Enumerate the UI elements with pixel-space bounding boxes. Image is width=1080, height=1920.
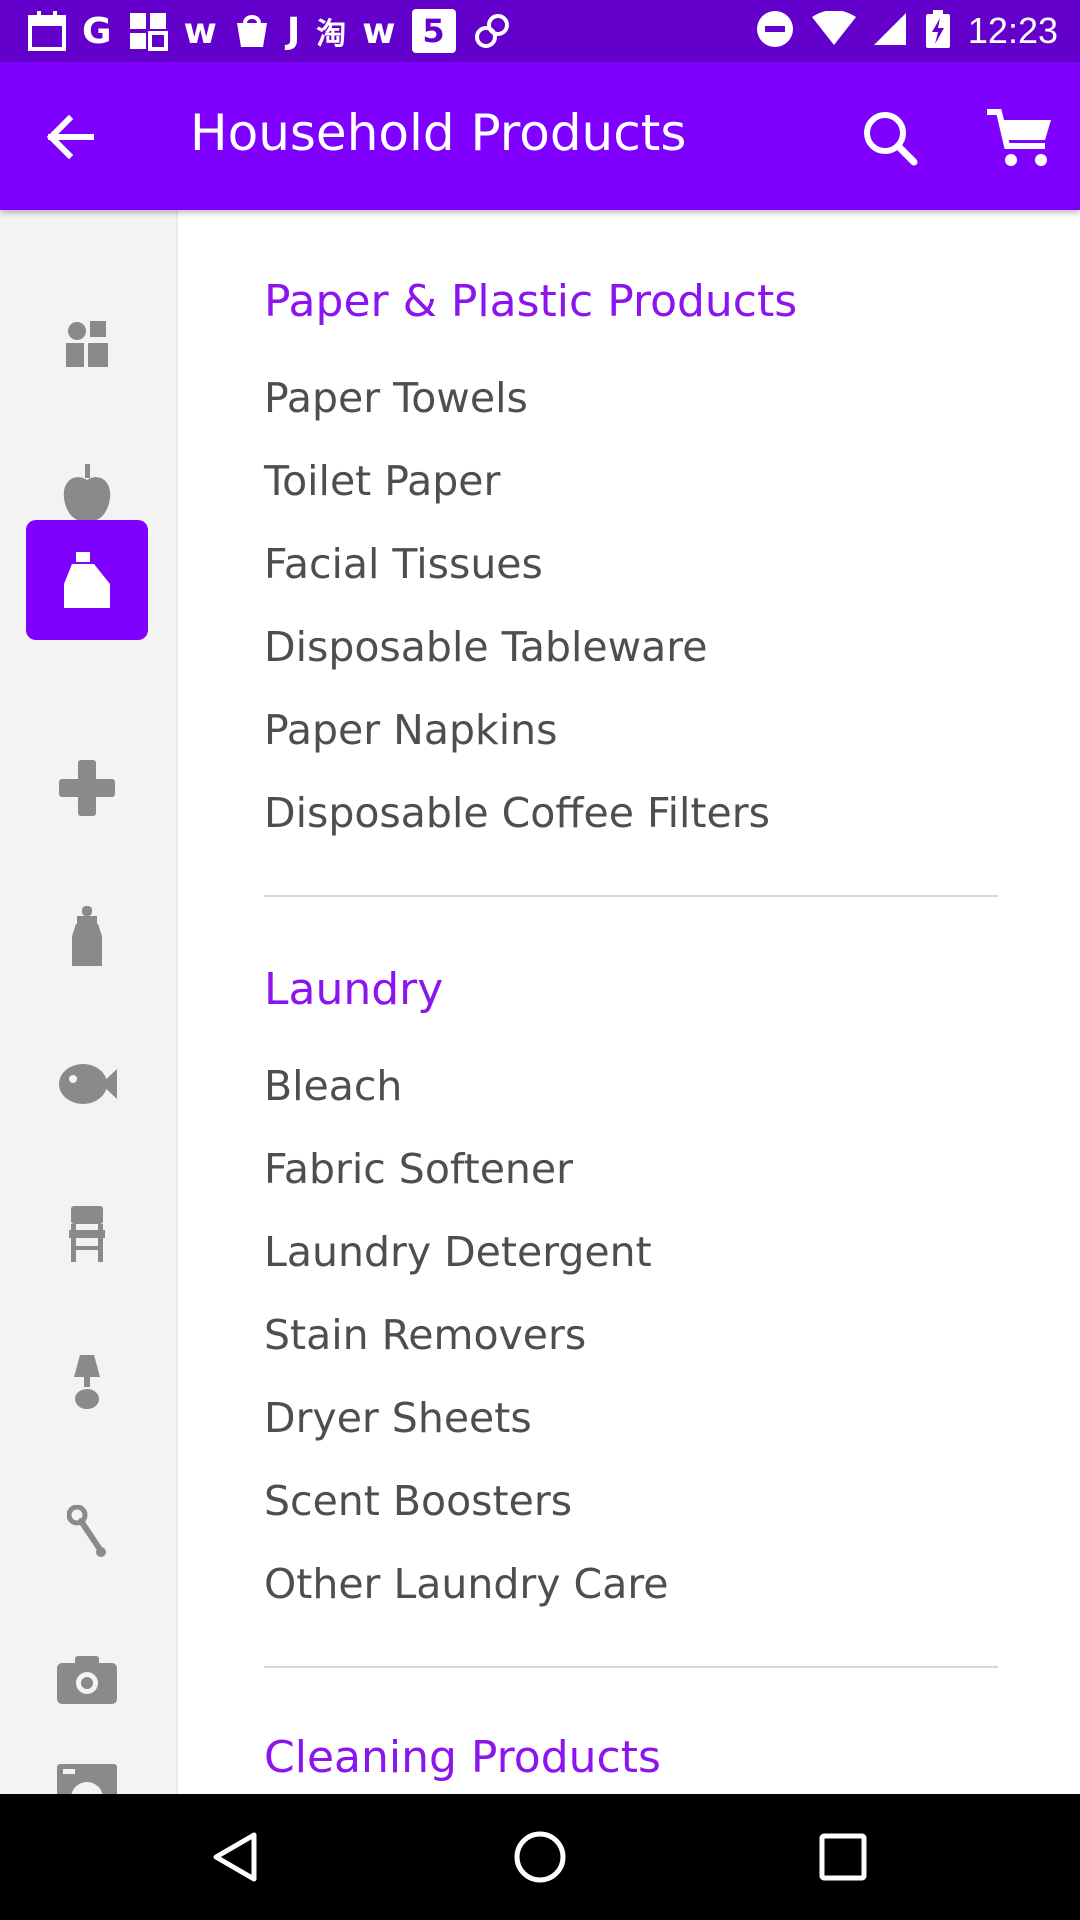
- list-item[interactable]: Laundry Detergent: [264, 1228, 652, 1276]
- section-title-paper-plastic[interactable]: Paper & Plastic Products: [264, 276, 797, 327]
- sidebar-item-furniture[interactable]: [26, 1174, 148, 1294]
- list-item[interactable]: Toilet Paper: [264, 457, 500, 505]
- list-item[interactable]: Bleach: [264, 1062, 402, 1110]
- cart-button[interactable]: [978, 98, 1062, 178]
- section-divider: [264, 895, 998, 897]
- system-status-icons: 12:23: [756, 8, 1058, 54]
- gift-icon: [66, 321, 108, 367]
- list-item[interactable]: Other Laundry Care: [264, 1560, 669, 1608]
- cart-icon: [987, 109, 1051, 166]
- signal-icon: [873, 11, 908, 51]
- square-recents-icon: [819, 1833, 867, 1881]
- page-title: Household Products: [190, 104, 687, 162]
- nav-back-button[interactable]: [200, 1822, 270, 1892]
- baby-bottle-icon: [72, 906, 102, 966]
- section-title-cleaning[interactable]: Cleaning Products: [264, 1732, 661, 1783]
- circle-home-icon: [514, 1831, 566, 1883]
- apple-icon: [63, 464, 111, 521]
- list-item[interactable]: Scent Boosters: [264, 1477, 572, 1525]
- category-list: Paper & Plastic Products Paper Towels To…: [180, 210, 1080, 1794]
- list-item[interactable]: Stain Removers: [264, 1311, 586, 1359]
- app-bar: Household Products: [0, 62, 1080, 210]
- nav-recents-button[interactable]: [808, 1822, 878, 1892]
- search-icon: [864, 112, 918, 166]
- notification-icons: G w J 淘 w 5: [28, 8, 512, 54]
- list-item[interactable]: Paper Towels: [264, 374, 528, 422]
- list-item[interactable]: Disposable Tableware: [264, 623, 707, 671]
- bag-icon: [233, 10, 271, 52]
- j-icon: J: [286, 10, 301, 52]
- sidebar-item-appliances[interactable]: [26, 1734, 148, 1794]
- chair-icon: [69, 1206, 105, 1262]
- search-button[interactable]: [852, 100, 928, 176]
- taobao-icon: 淘: [316, 17, 347, 52]
- list-item[interactable]: Disposable Coffee Filters: [264, 789, 770, 837]
- nav-home-button[interactable]: [505, 1822, 575, 1892]
- clock: 12:23: [967, 10, 1058, 51]
- list-item[interactable]: Dryer Sheets: [264, 1394, 532, 1442]
- camera-icon: [57, 1656, 117, 1704]
- list-item[interactable]: Facial Tissues: [264, 540, 543, 588]
- sidebar-item-tools[interactable]: [26, 1472, 148, 1592]
- sidebar-item-health[interactable]: [26, 728, 148, 848]
- category-sidebar: [0, 210, 178, 1794]
- do-not-disturb-icon: [756, 10, 794, 52]
- detergent-bottle-icon: [64, 552, 110, 608]
- plus-cross-icon: [59, 760, 115, 816]
- system-nav-bar: [0, 1794, 1080, 1920]
- google-icon: G: [82, 10, 112, 52]
- lamp-icon: [74, 1355, 100, 1409]
- triangle-back-icon: [213, 1832, 257, 1882]
- wrench-icon: [67, 1505, 106, 1557]
- sidebar-item-gifts[interactable]: [26, 284, 148, 404]
- w-icon: w: [362, 10, 396, 52]
- list-item[interactable]: Paper Napkins: [264, 706, 557, 754]
- battery-icon: [925, 10, 950, 52]
- fish-icon: [59, 1064, 117, 1104]
- sidebar-item-pets[interactable]: [26, 1024, 148, 1144]
- five-icon: 5: [411, 9, 456, 53]
- sidebar-item-lighting[interactable]: [26, 1322, 148, 1442]
- calendar-icon: [28, 10, 66, 52]
- sidebar-item-baby[interactable]: [26, 876, 148, 996]
- grid-icon: [128, 10, 168, 52]
- w-icon: w: [183, 10, 217, 52]
- washing-machine-icon: [57, 1764, 117, 1794]
- wifi-icon: [811, 10, 856, 51]
- section-divider: [264, 1666, 998, 1668]
- arrow-back-icon: [47, 115, 94, 159]
- section-title-laundry[interactable]: Laundry: [264, 964, 443, 1015]
- back-button[interactable]: [36, 102, 106, 172]
- status-bar: G w J 淘 w 5 12:23: [0, 0, 1080, 62]
- sidebar-item-household[interactable]: [26, 520, 148, 640]
- link-icon: [472, 10, 512, 52]
- sidebar-item-electronics[interactable]: [26, 1620, 148, 1740]
- list-item[interactable]: Fabric Softener: [264, 1145, 573, 1193]
